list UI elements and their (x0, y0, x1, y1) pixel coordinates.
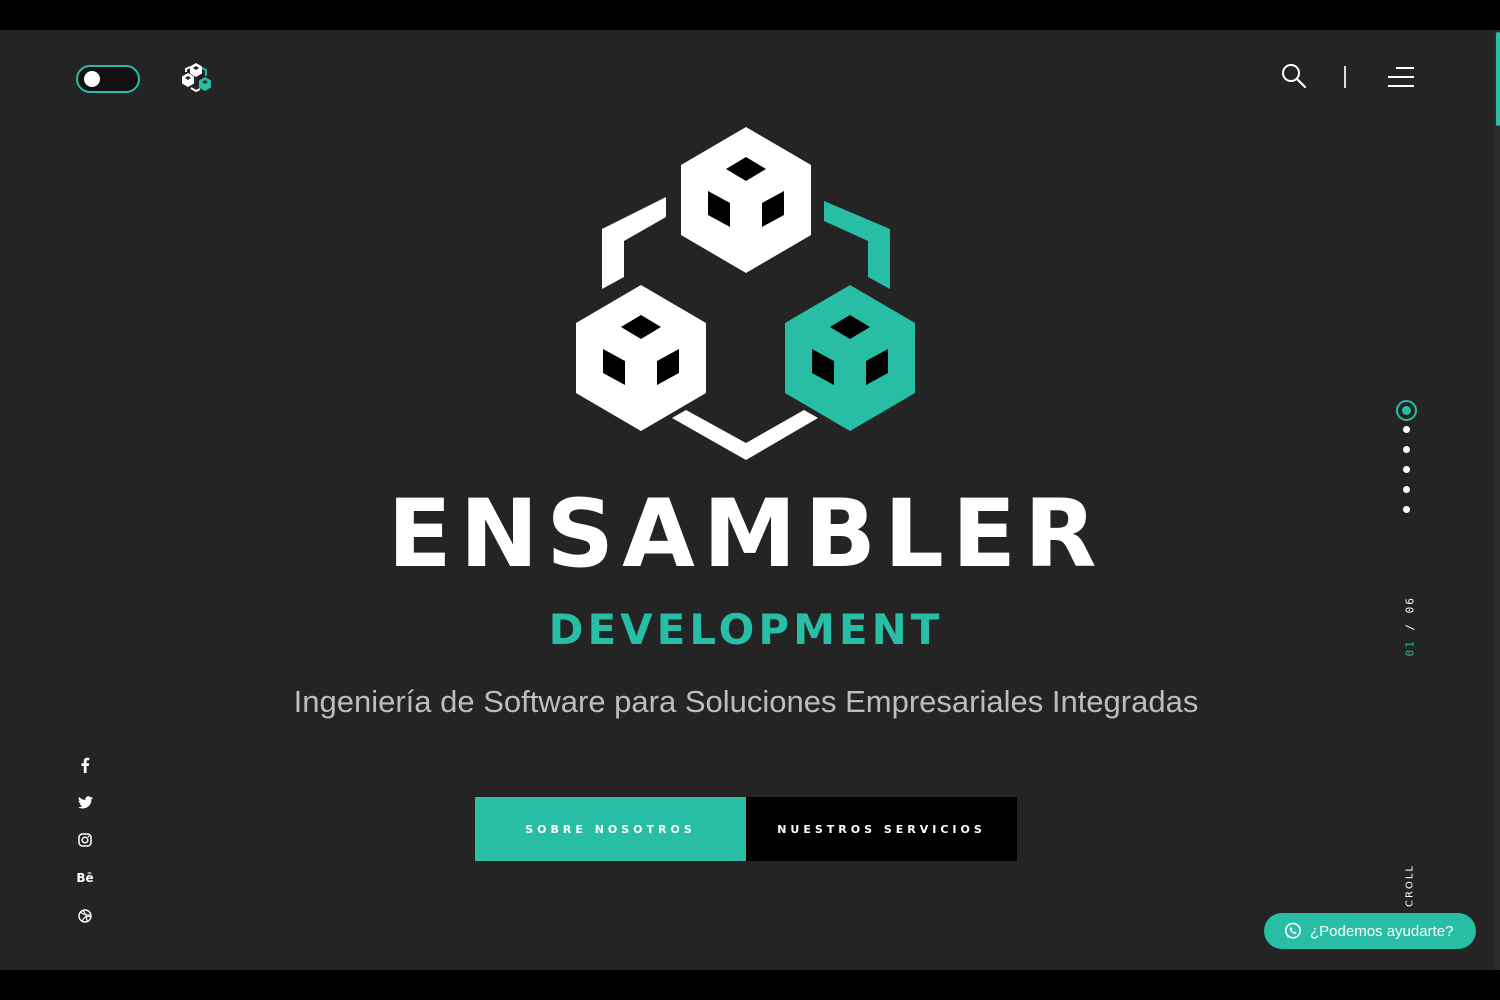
slide-counter: 01 / 06 (1400, 596, 1420, 660)
pagination-dot[interactable] (1403, 446, 1410, 453)
counter-separator: / (1403, 622, 1417, 631)
hero-brand-subtitle: DEVELOPMENT (548, 605, 944, 654)
search-icon[interactable] (1280, 62, 1308, 90)
hero-tagline: Ingeniería de Software para Soluciones E… (293, 684, 1199, 719)
pagination-dot[interactable] (1403, 466, 1410, 473)
behance-icon[interactable]: Bē (74, 867, 96, 889)
instagram-icon[interactable] (74, 829, 96, 851)
scrollbar-thumb[interactable] (1496, 32, 1500, 126)
scroll-indicator[interactable]: CROLL (1380, 860, 1440, 920)
about-us-button[interactable]: SOBRE NOSOTROS (475, 797, 746, 861)
twitter-icon[interactable] (74, 791, 96, 813)
dribbble-icon[interactable] (74, 905, 96, 927)
facebook-icon[interactable] (74, 754, 96, 776)
whatsapp-chat-label: ¿Podemos ayudarte? (1310, 922, 1454, 940)
counter-total: 06 (1403, 596, 1417, 614)
pagination-dot-active[interactable] (1396, 400, 1417, 421)
scroll-label: CROLL (1404, 864, 1416, 907)
hamburger-menu-icon[interactable] (1386, 66, 1414, 88)
our-services-button[interactable]: NUESTROS SERVICIOS (746, 797, 1017, 861)
page: ENSAMBLER DEVELOPMENT Ingeniería de Soft… (0, 30, 1500, 970)
header-divider (1344, 66, 1346, 88)
scrollbar[interactable] (1494, 30, 1500, 970)
pagination-dot[interactable] (1403, 506, 1410, 513)
pagination-dot[interactable] (1403, 426, 1410, 433)
toggle-knob (84, 71, 100, 87)
pagination-dot[interactable] (1403, 486, 1410, 493)
hero-logo (560, 125, 930, 470)
hero-title: ENSAMBLER (387, 480, 1105, 589)
counter-current: 01 (1403, 639, 1417, 657)
ensambler-logo-icon[interactable] (178, 60, 214, 96)
whatsapp-icon (1285, 922, 1301, 939)
theme-toggle[interactable] (76, 65, 140, 93)
whatsapp-chat-button[interactable]: ¿Podemos ayudarte? (1264, 913, 1476, 949)
